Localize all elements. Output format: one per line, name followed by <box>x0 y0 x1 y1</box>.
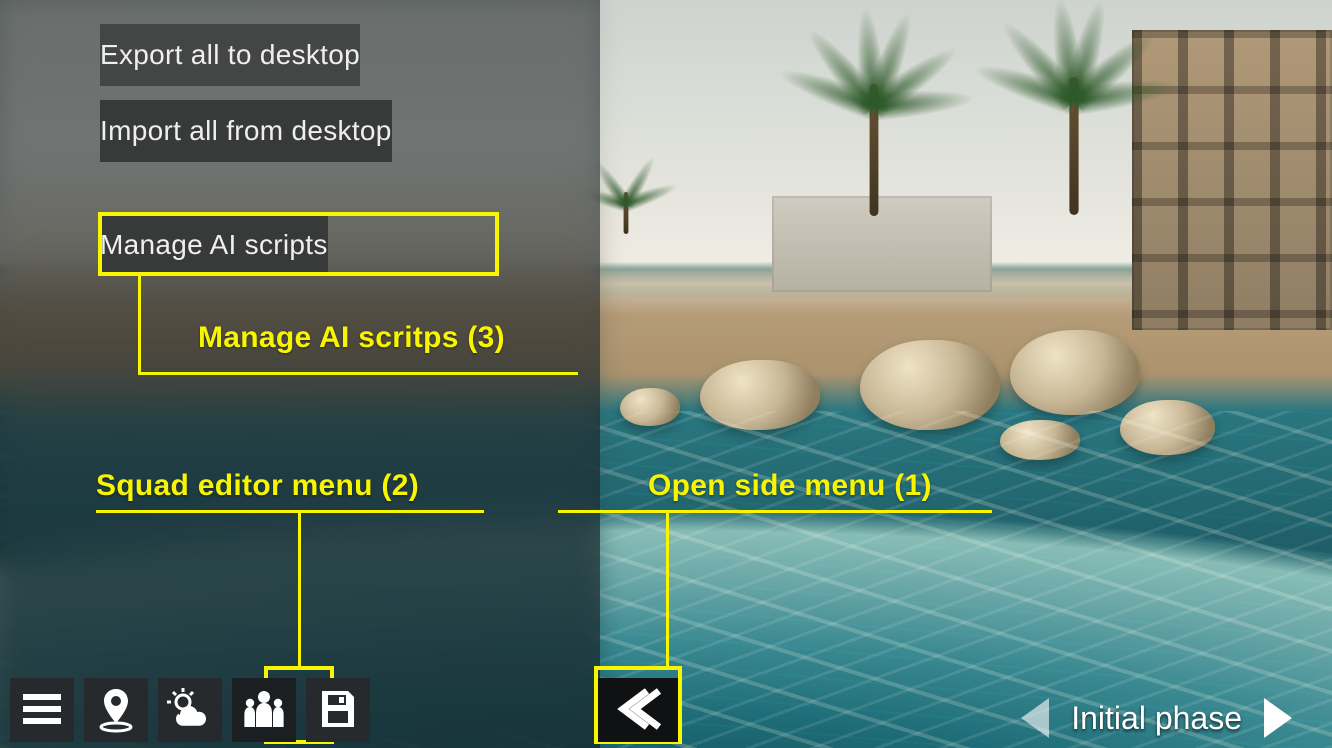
annotation-leader <box>298 510 301 666</box>
annotation-label-manage-ai: Manage AI scritps (3) <box>198 321 505 355</box>
weather-button[interactable] <box>158 678 222 742</box>
annotation-leader <box>138 276 141 374</box>
squad-editor-button[interactable] <box>232 678 296 742</box>
bottom-toolbar <box>10 678 370 742</box>
main-menu-button[interactable] <box>10 678 74 742</box>
annotation-underline <box>96 510 484 513</box>
menu-icon <box>18 685 66 736</box>
squad-editor-icon <box>240 685 288 736</box>
annotation-leader <box>666 510 669 666</box>
annotation-label-squad-menu: Squad editor menu (2) <box>96 469 419 503</box>
scenery-palm <box>1069 77 1078 215</box>
location-pin-icon <box>92 685 140 736</box>
phase-label: Initial phase <box>1071 700 1242 737</box>
annotation-underline <box>558 510 992 513</box>
phase-prev-button[interactable] <box>1021 698 1049 738</box>
open-side-menu-button[interactable] <box>598 678 678 742</box>
location-button[interactable] <box>84 678 148 742</box>
weather-icon <box>166 685 214 736</box>
scenery-building-mid <box>772 196 992 292</box>
phase-next-button[interactable] <box>1264 698 1292 738</box>
export-all-button[interactable]: Export all to desktop <box>100 24 360 86</box>
annotation-underline <box>138 372 578 375</box>
annotation-label-open-side-menu: Open side menu (1) <box>648 469 932 503</box>
scenery-rock <box>1010 330 1140 415</box>
chevron-left-icon <box>611 687 665 734</box>
save-button[interactable] <box>306 678 370 742</box>
manage-ai-scripts-button[interactable]: Manage AI scripts <box>100 214 328 276</box>
scenery-palm <box>624 192 629 234</box>
phase-switcher: Initial phase <box>1021 698 1292 738</box>
save-icon <box>314 685 362 736</box>
import-all-button[interactable]: Import all from desktop <box>100 100 392 162</box>
scenery-palm <box>870 84 879 216</box>
